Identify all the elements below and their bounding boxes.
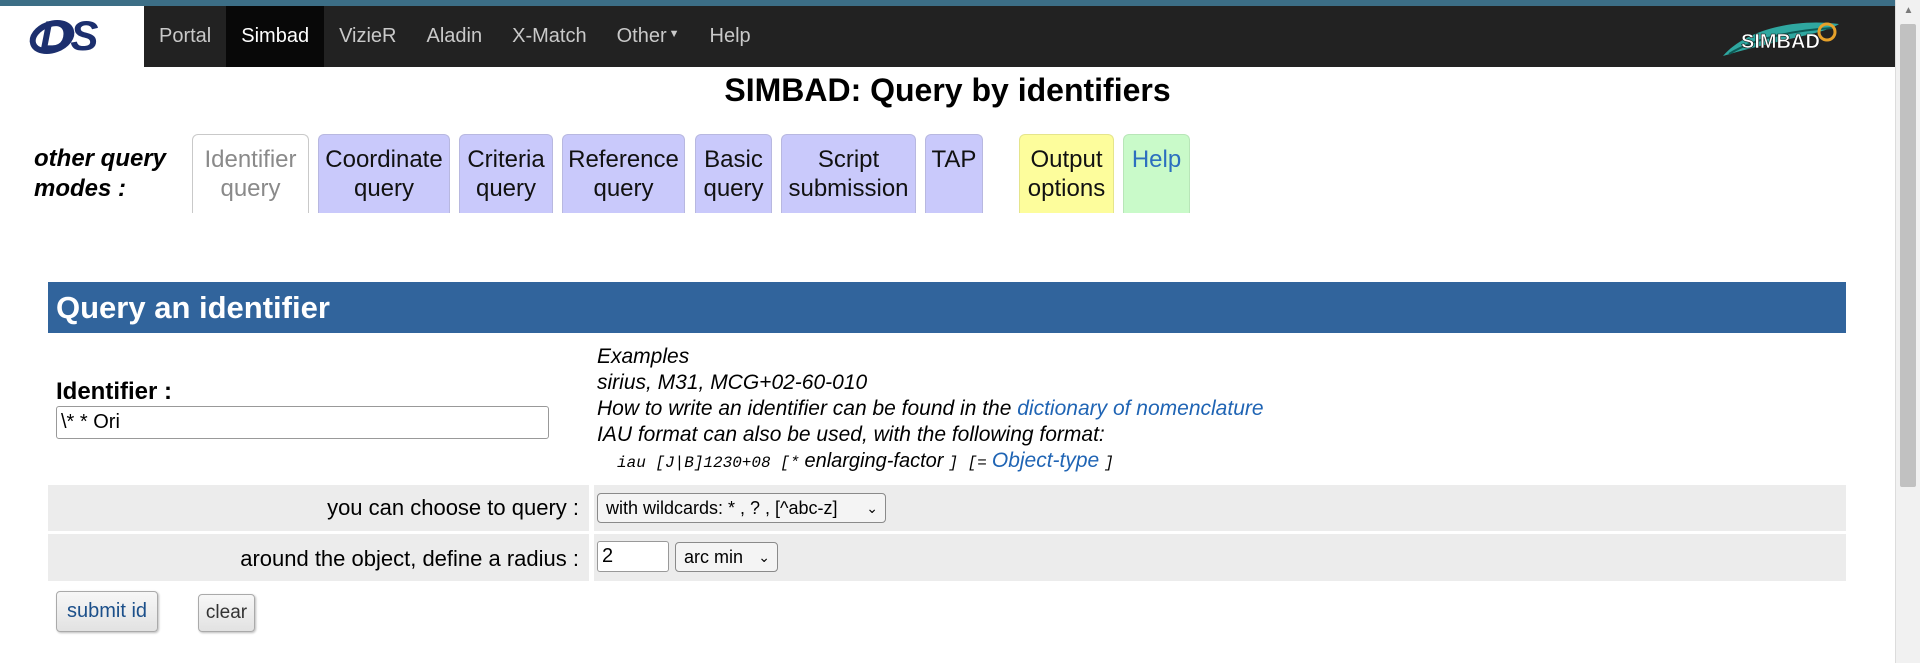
tab-tap-line1: TAP	[931, 146, 977, 173]
iau-mid-text: ] [=	[948, 454, 987, 472]
examples-line3: IAU format can also be used, with the fo…	[597, 423, 1105, 446]
identifier-label: Identifier :	[56, 378, 173, 405]
tab-basic-line2: query	[703, 175, 764, 202]
clear-button[interactable]: clear	[198, 594, 255, 632]
vertical-scrollbar[interactable]: ▲	[1895, 0, 1920, 663]
caret-down-icon: ▼	[668, 28, 680, 41]
examples-line2: How to write an identifier can be found …	[597, 396, 1264, 422]
nav-vizier-label: VizieR	[339, 25, 397, 47]
iau-enlarging-factor: enlarging-factor	[804, 450, 944, 472]
iau-format-line: iau [J|B]1230+08 [* enlarging-factor ] […	[597, 448, 1264, 476]
radius-unit-select[interactable]: arc min ⌄	[675, 542, 778, 572]
tab-criteria-line2: query	[475, 175, 537, 202]
page-title: SIMBAD: Query by identifiers	[724, 72, 1171, 108]
radius-unit-value: arc min	[684, 547, 744, 567]
chevron-down-icon: ⌄	[866, 500, 878, 516]
radius-input[interactable]	[597, 541, 669, 572]
tab-output-line2: options	[1027, 175, 1106, 202]
cds-logo-icon: DS	[29, 12, 98, 59]
query-mode-row: you can choose to query :	[48, 485, 1846, 531]
nav-help[interactable]: Help	[695, 6, 766, 67]
query-mode-select[interactable]: with wildcards: * , ? , [^abc-z] ⌄	[597, 493, 886, 523]
tab-help-line1: Help	[1131, 146, 1182, 173]
tab-coordinate-query[interactable]: Coordinate query	[318, 134, 450, 213]
tab-script-line2: submission	[788, 175, 909, 202]
tab-identifier-line1: Identifier	[204, 146, 297, 173]
examples-line2-prefix: How to write an identifier can be found …	[597, 397, 1018, 420]
tab-help[interactable]: Help	[1123, 134, 1190, 213]
nav-portal-label: Portal	[159, 25, 212, 47]
scroll-up-arrow-icon[interactable]: ▲	[1896, 0, 1920, 22]
identifier-input[interactable]	[56, 406, 549, 439]
navbar: DS Portal Simbad VizieR Aladin X-Match O…	[0, 6, 1895, 67]
nav-other-dropdown[interactable]: Other ▼	[602, 6, 695, 67]
nav-portal[interactable]: Portal	[144, 6, 226, 67]
nav-other-label: Other	[616, 25, 667, 47]
query-mode-value: with wildcards: * , ? , [^abc-z]	[606, 498, 838, 518]
tab-reference-query[interactable]: Reference query	[562, 134, 685, 213]
tab-tap[interactable]: TAP	[925, 134, 983, 213]
tab-identifier-query[interactable]: Identifier query	[192, 134, 309, 213]
nav-menu: Portal Simbad VizieR Aladin X-Match Othe…	[144, 6, 766, 67]
radius-label: around the object, define a radius :	[240, 546, 579, 571]
tab-output-options[interactable]: Output options	[1019, 134, 1114, 213]
nav-aladin[interactable]: Aladin	[412, 6, 498, 67]
nav-vizier[interactable]: VizieR	[324, 6, 411, 67]
tab-identifier-line2: query	[220, 175, 281, 202]
query-mode-label: you can choose to query :	[327, 495, 579, 520]
iau-format-text: iau [J|B]1230+08 [*	[617, 454, 800, 472]
svg-text:DS: DS	[40, 12, 98, 59]
examples-block: Examples sirius, M31, MCG+02-60-010 How …	[597, 344, 1264, 476]
tab-basic-query[interactable]: Basic query	[695, 134, 772, 213]
query-modes-label: other query modes :	[34, 145, 167, 202]
tab-criteria-line1: Criteria	[467, 146, 545, 173]
cds-logo[interactable]: DS	[0, 6, 144, 67]
submit-id-button[interactable]: submit id	[56, 591, 158, 632]
examples-heading: Examples	[597, 345, 690, 368]
tab-output-line1: Output	[1030, 146, 1103, 173]
iau-end-text: ]	[1104, 454, 1114, 472]
simbad-logo-icon[interactable]: SIMBAD	[1715, 10, 1845, 64]
scrollbar-thumb[interactable]	[1900, 24, 1916, 487]
tab-coordinate-line2: query	[353, 175, 415, 202]
examples-line1: sirius, M31, MCG+02-60-010	[597, 371, 868, 394]
chevron-down-icon: ⌄	[758, 549, 770, 565]
simbad-logo-text: SIMBAD	[1741, 31, 1820, 53]
tab-coordinate-line1: Coordinate	[325, 146, 443, 173]
nav-xmatch[interactable]: X-Match	[497, 6, 601, 67]
tab-reference-line1: Reference	[568, 146, 679, 173]
nav-simbad[interactable]: Simbad	[226, 6, 325, 67]
tab-criteria-query[interactable]: Criteria query	[459, 134, 553, 213]
tab-script-submission[interactable]: Script submission	[781, 134, 916, 213]
tab-script-line1: Script	[817, 146, 880, 173]
nav-aladin-label: Aladin	[426, 25, 483, 47]
tab-basic-line1: Basic	[704, 146, 763, 173]
nav-help-label: Help	[709, 25, 751, 47]
nav-xmatch-label: X-Match	[512, 25, 587, 47]
radius-row: around the object, define a radius :	[48, 534, 1846, 581]
nav-simbad-label: Simbad	[241, 25, 310, 47]
tab-reference-line2: query	[593, 175, 654, 202]
panel-header: Query an identifier	[48, 282, 1846, 333]
nomenclature-link[interactable]: dictionary of nomenclature	[1017, 397, 1263, 420]
object-type-link[interactable]: Object-type	[992, 449, 1099, 472]
